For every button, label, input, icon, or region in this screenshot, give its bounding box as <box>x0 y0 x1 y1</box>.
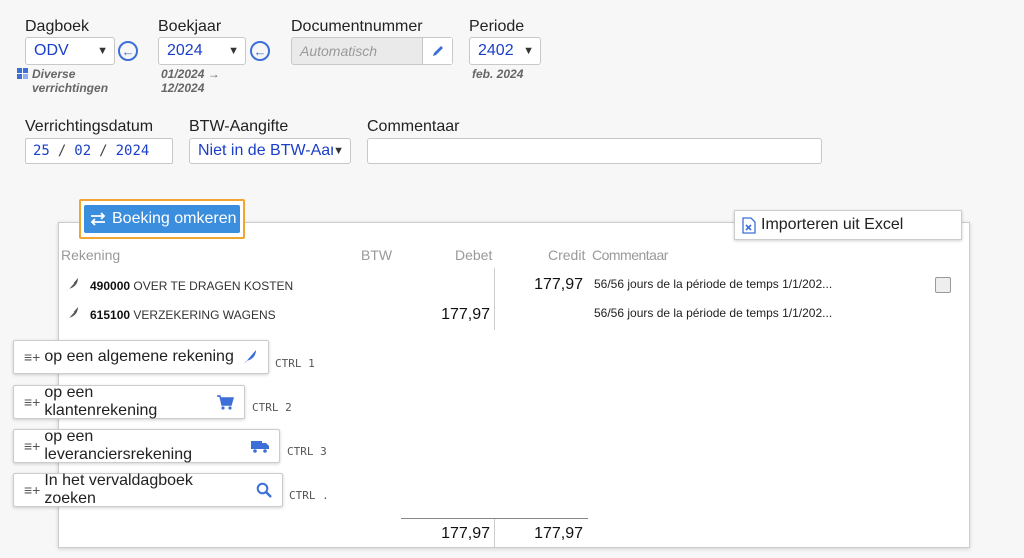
import-excel-label: Importeren uit Excel <box>761 216 904 233</box>
add-line-icon: ≡+ <box>24 438 41 454</box>
col-header-credit: Credit <box>548 247 586 263</box>
documentnummer-label: Documentnummer <box>291 18 423 35</box>
add-general-account-button[interactable]: ≡+ op een algemene rekening <box>13 340 269 374</box>
total-credit: 177,97 <box>534 525 583 542</box>
excel-file-icon <box>742 216 756 234</box>
due-book-search-button[interactable]: ≡+ In het vervaldagboek zoeken <box>13 472 283 507</box>
truck-icon <box>251 439 269 453</box>
periode-value: 2402 <box>478 42 514 59</box>
row-comment[interactable]: 56/56 jours de la période de temps 1/1/2… <box>594 306 832 320</box>
periode-description: feb. 2024 <box>472 67 524 81</box>
row-comment[interactable]: 56/56 jours de la période de temps 1/1/2… <box>594 277 832 291</box>
btw-select[interactable]: Niet in de BTW-Aang ▼ <box>189 138 351 164</box>
chevron-down-icon: ▼ <box>333 145 344 157</box>
col-header-commentaar: Commentaar <box>592 247 668 263</box>
verrichtingsdatum-input[interactable]: 25 / 02 / 2024 <box>25 138 173 164</box>
periode-label: Periode <box>469 18 525 35</box>
due-book-search-label: In het vervaldagboek zoeken <box>44 472 193 507</box>
row-account-name: OVER TE DRAGEN KOSTEN <box>133 279 294 293</box>
add-general-account-label: op een algemene rekening <box>44 348 234 365</box>
boekjaar-label: Boekjaar <box>158 18 222 35</box>
date-separator: / <box>99 143 108 159</box>
chevron-down-icon: ▼ <box>97 45 108 57</box>
row-account-code: 615100 <box>90 308 131 322</box>
arrow-left-circle-icon[interactable]: ← <box>118 41 138 61</box>
chevron-down-icon: ▼ <box>228 45 239 57</box>
add-customer-account-button[interactable]: ≡+ op een klantenrekening <box>13 384 245 419</box>
feather-icon <box>242 349 258 365</box>
shortcut-ctrl-3: CTRL 3 <box>287 445 327 458</box>
btw-value: Niet in de BTW-Aang <box>198 142 334 159</box>
boekjaar-value: 2024 <box>167 42 203 59</box>
dagboek-select[interactable]: ODV ▼ <box>25 37 115 65</box>
column-divider <box>494 519 495 548</box>
pencil-icon[interactable] <box>422 38 452 64</box>
add-line-icon: ≡+ <box>24 349 41 365</box>
shortcut-ctrl-dot: CTRL . <box>289 489 329 502</box>
add-line-icon: ≡+ <box>24 482 41 498</box>
add-line-icon: ≡+ <box>24 394 41 410</box>
reverse-booking-label: Boeking omkeren <box>112 210 237 227</box>
btw-label: BTW-Aangifte <box>189 118 289 135</box>
row-debet[interactable]: 177,97 <box>412 306 490 324</box>
add-supplier-account-label: op een leveranciersrekening <box>44 428 192 463</box>
periode-select[interactable]: 2402 ▼ <box>469 37 541 65</box>
add-customer-account-label: op een klantenrekening <box>44 384 158 419</box>
total-debet: 177,97 <box>441 525 490 542</box>
dagboek-description: Diverse verrichtingen <box>32 67 109 95</box>
dagboek-value: ODV <box>34 42 69 59</box>
commentaar-input[interactable] <box>367 138 822 164</box>
reverse-booking-button[interactable]: Boeking omkeren <box>84 205 240 233</box>
col-header-rekening: Rekening <box>61 247 121 263</box>
date-separator: / <box>57 143 67 159</box>
row-account-name: VERZEKERING WAGENS <box>133 308 276 322</box>
cart-icon <box>216 394 234 410</box>
shortcut-ctrl-2: CTRL 2 <box>252 401 292 414</box>
row-checkbox[interactable] <box>935 277 951 293</box>
chevron-down-icon: ▼ <box>523 45 534 57</box>
col-header-btw: BTW <box>361 247 393 263</box>
date-day[interactable]: 25 <box>33 143 50 159</box>
journal-grid-icon <box>17 67 29 79</box>
arrow-left-circle-icon[interactable]: ← <box>250 41 270 61</box>
documentnummer-field[interactable]: Automatisch <box>291 37 453 65</box>
row-credit[interactable]: 177,97 <box>505 276 583 294</box>
documentnummer-placeholder: Automatisch <box>300 43 378 59</box>
boekjaar-range-start: 01/2024 → <box>161 67 220 81</box>
boekjaar-select[interactable]: 2024 ▼ <box>158 37 246 65</box>
import-excel-button[interactable]: Importeren uit Excel <box>734 210 962 240</box>
add-supplier-account-button[interactable]: ≡+ op een leveranciersrekening <box>13 428 280 463</box>
date-month[interactable]: 02 <box>74 143 91 159</box>
col-header-debet: Debet <box>455 247 493 263</box>
search-icon <box>256 482 272 498</box>
row-account-code: 490000 <box>90 279 131 293</box>
swap-arrows-icon <box>89 212 107 226</box>
table-row[interactable]: 490000 OVER TE DRAGEN KOSTEN <box>62 271 552 299</box>
feather-icon <box>64 277 80 298</box>
shortcut-ctrl-1: CTRL 1 <box>275 357 315 370</box>
commentaar-label: Commentaar <box>367 118 460 135</box>
boekjaar-range-end: 12/2024 <box>161 81 205 95</box>
feather-icon <box>64 306 80 327</box>
verrichtingsdatum-label: Verrichtingsdatum <box>25 118 154 135</box>
date-year[interactable]: 2024 <box>116 143 150 159</box>
dagboek-label: Dagboek <box>25 18 90 35</box>
